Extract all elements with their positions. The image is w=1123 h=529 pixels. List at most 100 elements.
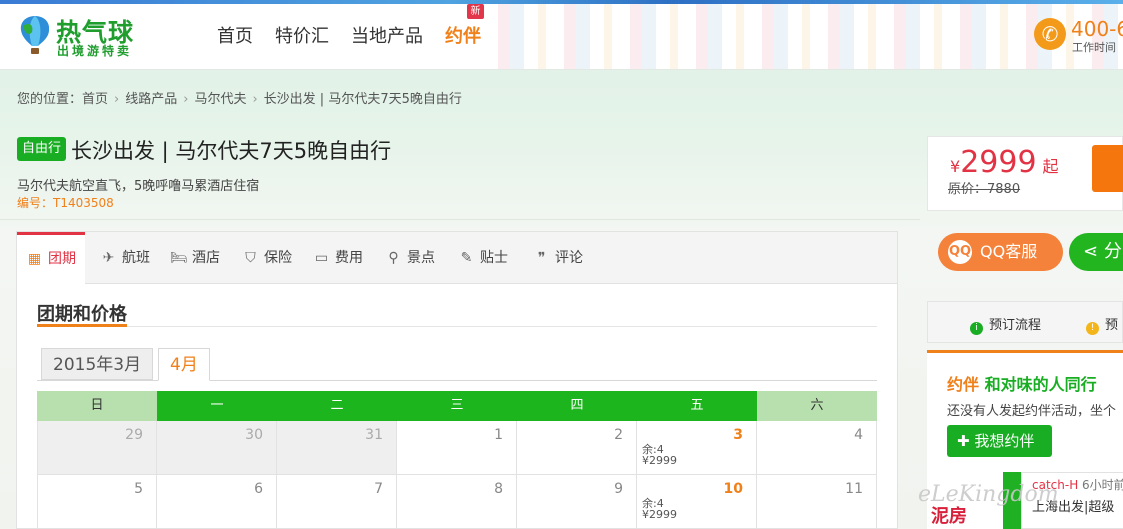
nav-local-products[interactable]: 当地产品	[351, 22, 423, 48]
day-number: 1	[494, 427, 503, 443]
tab-label: 景点	[407, 250, 435, 266]
section-title: 团期和价格	[37, 304, 127, 325]
booking-notice-label: 预	[1105, 318, 1119, 333]
booking-process-label: 预订流程	[989, 318, 1042, 333]
nav-home[interactable]: 首页	[217, 22, 253, 48]
plus-icon: ✚	[957, 432, 970, 450]
tab-label: 航班	[122, 250, 150, 266]
breadcrumb-routes[interactable]: 线路产品	[125, 92, 177, 107]
original-price-label: 原价：	[948, 182, 988, 197]
day-number: 6	[254, 481, 263, 497]
day-price: ¥2999	[642, 508, 677, 521]
calendar-day: 2	[517, 421, 637, 475]
calendar-day: 30	[157, 421, 277, 475]
nav-deals[interactable]: 特价汇	[275, 22, 329, 48]
calendar-day: 29	[37, 421, 157, 475]
feed-time: 6小时前	[1082, 478, 1123, 492]
balloon-logo-icon[interactable]	[18, 14, 52, 56]
calendar-day: 4	[757, 421, 877, 475]
header-decoration	[480, 0, 1123, 69]
tab-cost[interactable]: ▭ 费用	[313, 232, 363, 284]
section-divider	[37, 326, 877, 327]
location-pin-icon: ⚲	[388, 250, 399, 266]
tip-icon: ✎	[460, 250, 473, 266]
tab-label: 保险	[264, 250, 292, 266]
logo-subtitle: 出境游特卖	[57, 44, 133, 58]
site-header	[0, 0, 1123, 70]
qq-service-label: QQ客服	[980, 242, 1038, 261]
calendar-day: 8	[397, 475, 517, 529]
month-tab-april[interactable]: 4月	[158, 348, 210, 381]
qq-icon: QQ	[948, 240, 972, 264]
breadcrumb-separator: ›	[183, 92, 189, 107]
qq-service-button[interactable]: QQ QQ客服	[938, 233, 1063, 271]
breadcrumb-current: 长沙出发 | 马尔代夫7天5晚自由行	[263, 92, 462, 107]
calendar-weekday-header: 日 一 二 三 四 五 六	[37, 391, 877, 421]
calendar-day: 31	[277, 421, 397, 475]
day-number: 2	[614, 427, 623, 443]
breadcrumb: 您的位置：首页 › 线路产品 › 马尔代夫 › 长沙出发 | 马尔代夫7天5晚自由行	[17, 88, 462, 107]
share-button[interactable]: ⋖ 分	[1069, 233, 1123, 271]
product-code: 编号：T1403508	[17, 196, 114, 210]
product-title: 长沙出发 | 马尔代夫7天5晚自由行	[71, 139, 392, 163]
day-number: 30	[245, 427, 263, 443]
breadcrumb-maldives[interactable]: 马尔代夫	[194, 92, 246, 107]
companion-description: 还没有人发起约伴活动，坐个	[947, 404, 1117, 419]
main-nav: 首页 特价汇 当地产品 约伴	[217, 22, 481, 48]
weekday-sun: 日	[37, 391, 157, 421]
price-value: 2999	[960, 145, 1037, 180]
calendar-icon: ▦	[27, 251, 42, 267]
companion-title-yue: 约伴	[947, 375, 980, 394]
product-subtitle: 马尔代夫航空直飞，5晚呼噜马累酒店住宿	[17, 179, 260, 194]
companion-title: 约伴 和对味的人同行	[947, 371, 1097, 395]
weekday-sat: 六	[757, 391, 877, 421]
tab-attractions[interactable]: ⚲ 景点	[385, 232, 435, 284]
day-number: 5	[134, 481, 143, 497]
day-number: 11	[845, 481, 863, 497]
want-companion-button[interactable]: ✚ 我想约伴	[947, 425, 1052, 457]
calendar-day: 9	[517, 475, 637, 529]
calendar-day-available[interactable]: 10 余:4 ¥2999	[637, 475, 757, 529]
promo-poster[interactable]: 泥房	[927, 505, 1003, 529]
tab-insurance[interactable]: ⛉ 保险	[242, 232, 292, 284]
share-label: 分	[1103, 241, 1122, 262]
day-number: 3	[733, 427, 743, 443]
calendar-week-row: 5 6 7 8 9 10 余:4 ¥2999 11	[37, 475, 877, 529]
calendar-week-row: 29 30 31 1 2 3 余:4 ¥2999 4	[37, 421, 877, 475]
day-number: 4	[854, 427, 863, 443]
calendar-day: 7	[277, 475, 397, 529]
warning-icon: !	[1086, 322, 1099, 335]
day-price: ¥2999	[642, 454, 677, 467]
calendar-day: 11	[757, 475, 877, 529]
tab-hotel[interactable]: 🛏 酒店	[170, 232, 220, 284]
tab-flight[interactable]: ✈ 航班	[100, 232, 150, 284]
booking-notice-link[interactable]: ! 预	[1086, 314, 1118, 335]
booking-process-link[interactable]: i 预订流程	[970, 314, 1041, 335]
wallet-icon: ▭	[314, 250, 329, 266]
comment-icon: ❞	[537, 250, 546, 266]
month-tab-march[interactable]: 2015年3月	[41, 348, 154, 380]
tab-tips[interactable]: ✎ 贴士	[458, 232, 508, 284]
calendar-day: 1	[397, 421, 517, 475]
price-currency: ¥	[950, 157, 961, 176]
breadcrumb-prefix: 您的位置：	[17, 92, 83, 107]
calendar-day: 6	[157, 475, 277, 529]
day-number: 29	[125, 427, 143, 443]
day-number: 7	[374, 481, 383, 497]
tab-schedule[interactable]: ▦ 团期	[17, 232, 85, 285]
top-strip	[0, 0, 1123, 4]
day-number: 9	[614, 481, 623, 497]
breadcrumb-home[interactable]: 首页	[82, 92, 108, 107]
info-icon: i	[970, 322, 983, 335]
tab-reviews[interactable]: ❞ 评论	[533, 232, 583, 284]
calendar-day-available[interactable]: 3 余:4 ¥2999	[637, 421, 757, 475]
tab-label: 贴士	[480, 250, 508, 266]
day-number: 8	[494, 481, 503, 497]
original-price: 原价：7880	[948, 178, 1020, 197]
work-time-label: 工作时间	[1072, 41, 1116, 54]
nav-companion[interactable]: 约伴	[445, 22, 481, 48]
detail-tabs: ▦ 团期 ✈ 航班 🛏 酒店 ⛉ 保险 ▭ 费用 ⚲ 景点 ✎ 贴士 ❞ 评论	[17, 232, 897, 285]
weekday-wed: 三	[397, 391, 517, 421]
weekday-thu: 四	[517, 391, 637, 421]
book-now-button[interactable]	[1092, 145, 1123, 192]
